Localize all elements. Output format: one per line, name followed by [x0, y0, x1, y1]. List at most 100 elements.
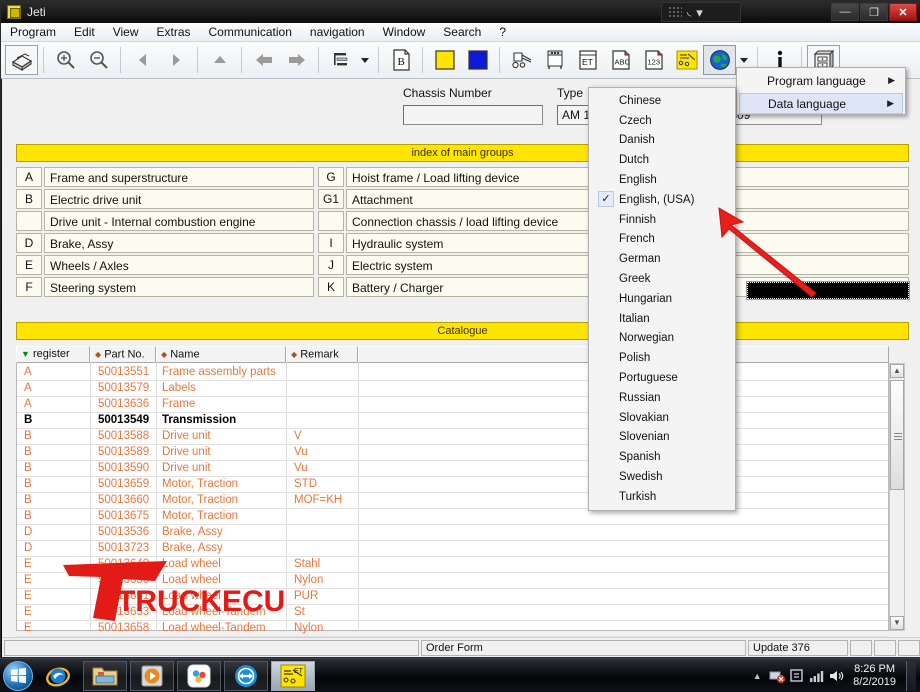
scroll-down-button[interactable]: ▼ [890, 616, 904, 630]
menu-item-edit[interactable]: Edit [65, 24, 104, 40]
group-label-c[interactable]: Drive unit - Internal combustion engine [44, 211, 314, 231]
language-item-chinese[interactable]: Chinese [589, 91, 735, 111]
language-item-dutch[interactable]: Dutch [589, 150, 735, 170]
signal-icon[interactable] [807, 663, 827, 689]
menu-item-search[interactable]: Search [434, 24, 490, 40]
language-item-hungarian[interactable]: Hungarian [589, 289, 735, 309]
group-key-g[interactable]: G [318, 167, 344, 187]
teamviewer-icon[interactable] [224, 660, 268, 691]
previous-icon[interactable] [126, 45, 159, 75]
table-row[interactable]: E 50013649 Load wheel Stahl [17, 556, 877, 572]
et-book-icon[interactable]: ET [571, 45, 604, 75]
up-icon[interactable] [203, 45, 236, 75]
group-label-d[interactable]: Brake, Assy [44, 233, 314, 253]
machine-icon[interactable] [538, 45, 571, 75]
tree-list-icon[interactable] [324, 45, 357, 75]
language-item-spanish[interactable]: Spanish [589, 447, 735, 467]
menu-item-view[interactable]: View [104, 24, 148, 40]
tree-list-dropdown-icon[interactable] [357, 45, 373, 75]
group-key-e[interactable]: E [16, 255, 42, 275]
zoom-out-icon[interactable] [82, 45, 115, 75]
file-explorer-icon[interactable] [83, 660, 127, 691]
language-item-english-usa[interactable]: ✓ English, (USA) [589, 190, 735, 210]
resize-arrows-icon[interactable]: ◟ [687, 6, 691, 18]
blue-swatch-icon[interactable] [461, 45, 494, 75]
menu-item-help[interactable]: ? [490, 24, 515, 40]
action-center-icon[interactable] [787, 663, 807, 689]
scroll-thumb[interactable] [890, 380, 904, 490]
window-toolbar-handle[interactable]: ◟ ▾ [661, 2, 741, 22]
menu-item-window[interactable]: Window [374, 24, 435, 40]
language-item-italian[interactable]: Italian [589, 309, 735, 329]
column-header-remark[interactable]: ◆ Remark [286, 346, 358, 363]
table-row[interactable]: B 50013675 Motor, Traction [17, 508, 877, 524]
language-item-portuguese[interactable]: Portuguese [589, 368, 735, 388]
chassis-number-input[interactable] [403, 105, 543, 125]
group-label-b[interactable]: Electric drive unit [44, 189, 314, 209]
group-label-f[interactable]: Steering system [44, 277, 314, 297]
table-row[interactable]: E 50013650 Load wheel Nylon [17, 572, 877, 588]
zoom-in-icon[interactable] [49, 45, 82, 75]
chevron-down-icon[interactable]: ▾ [696, 6, 703, 19]
bookmark-b-icon[interactable]: B [384, 45, 417, 75]
group-key-i[interactable]: I [318, 233, 344, 253]
language-item-swedish[interactable]: Swedish [589, 467, 735, 487]
forward-arrow-icon[interactable] [280, 45, 313, 75]
column-header-name[interactable]: ◆ Name [156, 346, 286, 363]
network-icon[interactable] [767, 663, 787, 689]
table-row[interactable]: E 50013658 Load wheel-Tandem Nylon [17, 620, 877, 636]
table-row[interactable]: D 50013536 Brake, Assy [17, 524, 877, 540]
group-key-c[interactable] [16, 211, 42, 231]
start-orb[interactable] [3, 660, 33, 691]
language-item-french[interactable]: French [589, 230, 735, 250]
yellow-swatch-icon[interactable] [428, 45, 461, 75]
language-item-turkish[interactable]: Turkish [589, 487, 735, 507]
language-item-slovenian[interactable]: Slovenian [589, 428, 735, 448]
catalogue-scrollbar[interactable]: ▲ ▼ [889, 363, 905, 631]
group-key-d[interactable]: D [16, 233, 42, 253]
focused-selection-field[interactable] [746, 281, 910, 300]
menu-item-data-language[interactable]: Data language ▶ [739, 93, 903, 114]
language-item-norwegian[interactable]: Norwegian [589, 329, 735, 349]
back-arrow-icon[interactable] [247, 45, 280, 75]
language-item-greek[interactable]: Greek [589, 269, 735, 289]
table-row[interactable]: B 50013659 Motor, Traction STD [17, 476, 877, 492]
123-document-icon[interactable]: 123 [637, 45, 670, 75]
cloud-sync-icon[interactable] [177, 660, 221, 691]
next-icon[interactable] [159, 45, 192, 75]
group-key-h[interactable] [318, 211, 344, 231]
table-row[interactable]: A 50013579 Labels [17, 380, 877, 396]
language-item-english[interactable]: English [589, 170, 735, 190]
language-item-slovakian[interactable]: Slovakian [589, 408, 735, 428]
scroll-up-button[interactable]: ▲ [890, 364, 904, 378]
group-label-e[interactable]: Wheels / Axles [44, 255, 314, 275]
table-row[interactable]: A 50013636 Frame [17, 396, 877, 412]
language-item-finnish[interactable]: Finnish [589, 210, 735, 230]
maximize-button[interactable]: ❐ [860, 3, 888, 21]
volume-icon[interactable] [827, 663, 847, 689]
menu-item-program-language[interactable]: Program language ▶ [739, 70, 903, 91]
table-row[interactable]: B 50013589 Drive unit Vu [17, 444, 877, 460]
table-row[interactable]: D 50013723 Brake, Assy [17, 540, 877, 556]
group-key-g1[interactable]: G1 [318, 189, 344, 209]
group-key-j[interactable]: J [318, 255, 344, 275]
table-row[interactable]: B 50013588 Drive unit V [17, 428, 877, 444]
media-player-icon[interactable] [130, 660, 174, 691]
table-row[interactable]: E 50013653 Load wheel-Tandem St [17, 604, 877, 620]
language-item-czech[interactable]: Czech [589, 111, 735, 131]
forklift-icon[interactable] [505, 45, 538, 75]
print-icon[interactable] [5, 45, 38, 75]
menu-item-navigation[interactable]: navigation [301, 24, 374, 40]
show-hidden-icons-button[interactable]: ▲ [747, 663, 767, 689]
language-item-danish[interactable]: Danish [589, 131, 735, 151]
table-row[interactable]: B 50013549 Transmission [17, 412, 877, 428]
abc-document-icon[interactable]: ABC [604, 45, 637, 75]
show-desktop-button[interactable] [906, 661, 916, 691]
table-row[interactable]: A 50013551 Frame assembly parts [17, 364, 877, 380]
notes-icon[interactable] [670, 45, 703, 75]
group-key-f[interactable]: F [16, 277, 42, 297]
table-row[interactable]: B 50013590 Drive unit Vu [17, 460, 877, 476]
globe-language-icon[interactable] [703, 45, 736, 75]
close-button[interactable]: ✕ [889, 3, 917, 21]
group-key-k[interactable]: K [318, 277, 344, 297]
